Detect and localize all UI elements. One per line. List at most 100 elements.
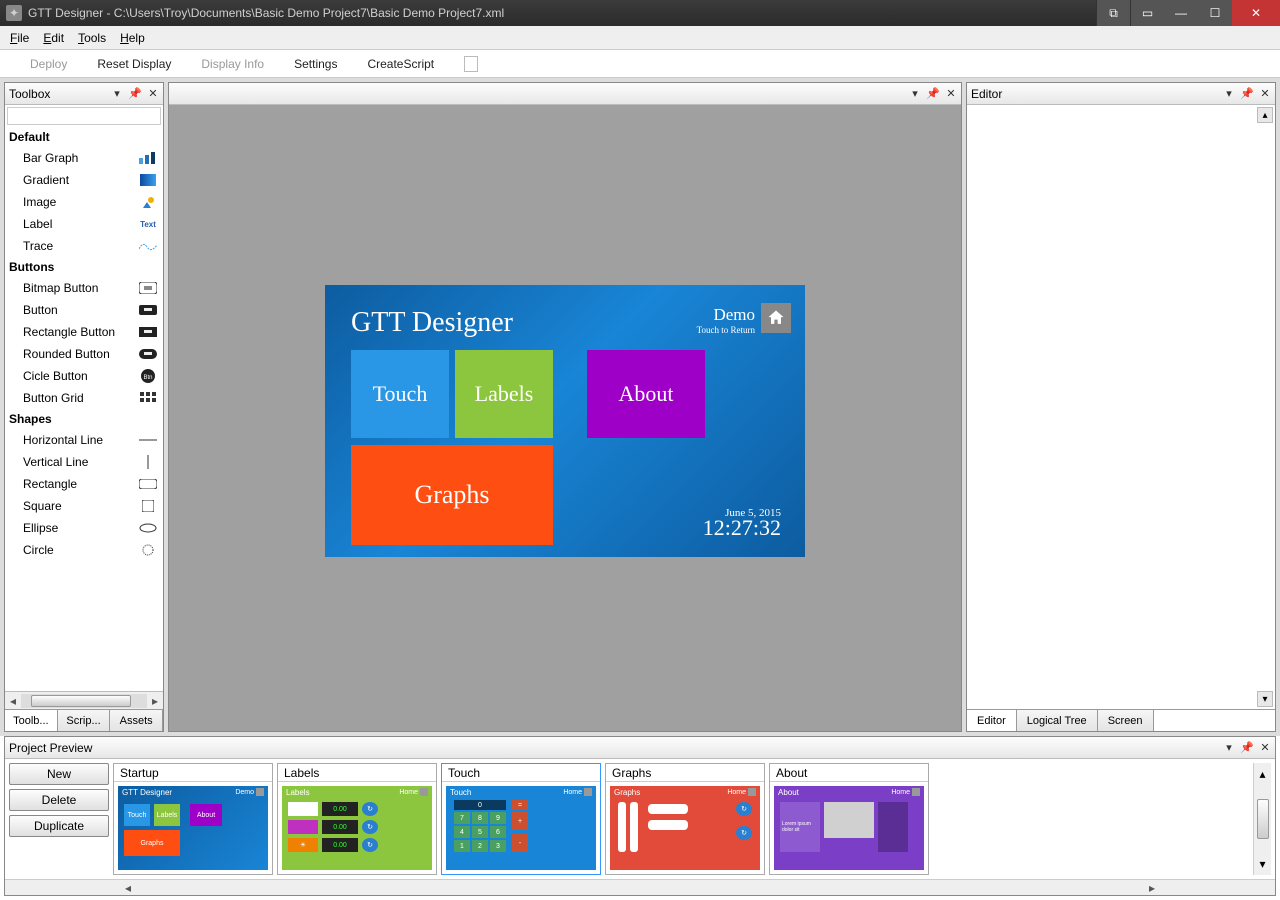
button-grid-icon	[139, 392, 157, 404]
tab-scripts[interactable]: Scrip...	[58, 710, 111, 731]
window-title: GTT Designer - C:\Users\Troy\Documents\B…	[28, 6, 1096, 20]
dropdown-icon[interactable]: ▾	[909, 88, 921, 100]
toolbox-search[interactable]	[7, 107, 161, 125]
toolbox-item-ellipse[interactable]: Ellipse	[5, 517, 163, 539]
toolbox-item-rectangle-button[interactable]: Rectangle Button	[5, 321, 163, 343]
window-maximize[interactable]: ☐	[1198, 0, 1232, 26]
toolbox-item-label: Horizontal Line	[23, 433, 103, 447]
preview-thumb-title: Labels	[278, 764, 436, 782]
editor-body: ▴ ▾	[967, 105, 1275, 709]
tile-about[interactable]: About	[587, 350, 705, 438]
rounded-button-icon	[139, 348, 157, 360]
toolbox-item-rounded-button[interactable]: Rounded Button	[5, 343, 163, 365]
toolbox-item-label: Bar Graph	[23, 151, 78, 165]
tab-screen[interactable]: Screen	[1098, 710, 1154, 731]
action-create-script[interactable]: CreateScript	[367, 57, 434, 71]
close-icon[interactable]: ✕	[1259, 742, 1271, 754]
preview-thumb-title: About	[770, 764, 928, 782]
new-button[interactable]: New	[9, 763, 109, 785]
toolbox-item-horizontal-line[interactable]: Horizontal Line	[5, 429, 163, 451]
toolbox-item-image[interactable]: Image	[5, 191, 163, 213]
toolbox-item-label: Square	[23, 499, 62, 513]
toolbox-hscroll[interactable]: ◂▸	[5, 691, 163, 709]
preview-thumb-touch[interactable]: TouchTouchHome 0 = 789456123 + -	[441, 763, 601, 875]
preview-thumb-labels[interactable]: LabelsLabelsHome 0.00 ↻ 0.00 ↻ ☀ 0.00 ↻	[277, 763, 437, 875]
menu-file[interactable]: File	[10, 31, 29, 45]
canvas-area[interactable]: GTT Designer Demo Touch to Return Touch …	[169, 105, 961, 731]
pin-icon[interactable]: 📌	[1241, 742, 1253, 754]
action-display-info[interactable]: Display Info	[201, 57, 264, 71]
window-aux1[interactable]: ⧉	[1096, 0, 1130, 26]
preview-thumb-graphs[interactable]: GraphsGraphsHome ↻ ↻	[605, 763, 765, 875]
toolbox-item-square[interactable]: Square	[5, 495, 163, 517]
menu-tools[interactable]: Tools	[78, 31, 106, 45]
menu-help[interactable]: Help	[120, 31, 145, 45]
close-icon[interactable]: ✕	[1259, 88, 1271, 100]
preview-hscroll[interactable]: ◂▸	[5, 879, 1275, 895]
project-preview-panel: Project Preview ▾ 📌 ✕ New Delete Duplica…	[4, 736, 1276, 896]
tile-graphs[interactable]: Graphs	[351, 445, 553, 545]
hline-icon	[139, 434, 157, 446]
window-aux2[interactable]: ▭	[1130, 0, 1164, 26]
tab-assets[interactable]: Assets	[110, 710, 163, 731]
action-settings[interactable]: Settings	[294, 57, 337, 71]
scroll-up-icon[interactable]: ▴	[1257, 107, 1273, 123]
home-icon[interactable]	[761, 303, 791, 333]
window-minimize[interactable]: —	[1164, 0, 1198, 26]
dropdown-icon[interactable]: ▾	[111, 88, 123, 100]
preview-thumb-about[interactable]: About AboutHome Lorem ipsum dolor sit	[769, 763, 929, 875]
action-deploy[interactable]: Deploy	[30, 57, 67, 71]
bitmap-button-icon	[139, 282, 157, 294]
preview-thumb-startup[interactable]: StartupGTT DesignerDemo Touch Labels Abo…	[113, 763, 273, 875]
action-doc-icon[interactable]	[464, 56, 478, 72]
tile-labels[interactable]: Labels	[455, 350, 553, 438]
preview-thumb-image: GraphsHome ↻ ↻	[610, 786, 760, 870]
pin-icon[interactable]: 📌	[927, 88, 939, 100]
tab-toolbox[interactable]: Toolb...	[5, 710, 58, 731]
trace-icon	[139, 240, 157, 252]
pin-icon[interactable]: 📌	[1241, 88, 1253, 100]
window-close[interactable]: ✕	[1232, 0, 1280, 26]
button-icon	[139, 304, 157, 316]
rectangle-button-icon	[139, 326, 157, 338]
tile-touch[interactable]: Touch	[351, 350, 449, 438]
dropdown-icon[interactable]: ▾	[1223, 742, 1235, 754]
toolbox-item-button[interactable]: Button	[5, 299, 163, 321]
toolbox-group: Shapes	[5, 409, 163, 429]
toolbox-item-label: Image	[23, 195, 56, 209]
scroll-down-icon[interactable]: ▾	[1257, 691, 1273, 707]
toolbox-item-gradient[interactable]: Gradient	[5, 169, 163, 191]
design-screen[interactable]: GTT Designer Demo Touch to Return Touch …	[325, 285, 805, 557]
duplicate-button[interactable]: Duplicate	[9, 815, 109, 837]
image-icon	[139, 196, 157, 208]
toolbox-title: Toolbox	[9, 87, 111, 101]
toolbox-item-trace[interactable]: Trace	[5, 235, 163, 257]
menu-edit[interactable]: Edit	[43, 31, 64, 45]
vline-icon	[139, 456, 157, 468]
toolbox-item-label: Circle	[23, 543, 54, 557]
toolbox-item-circle[interactable]: Circle	[5, 539, 163, 561]
toolbox-item-bitmap-button[interactable]: Bitmap Button	[5, 277, 163, 299]
preview-vscroll[interactable]: ▴ ▾	[1253, 763, 1271, 875]
toolbox-item-button-grid[interactable]: Button Grid	[5, 387, 163, 409]
circle-icon	[139, 544, 157, 556]
toolbox-item-label: Bitmap Button	[23, 281, 98, 295]
toolbox-item-bar-graph[interactable]: Bar Graph	[5, 147, 163, 169]
tab-editor[interactable]: Editor	[967, 710, 1017, 731]
label-icon: Text	[139, 218, 157, 230]
toolbox-item-label[interactable]: LabelText	[5, 213, 163, 235]
dropdown-icon[interactable]: ▾	[1223, 88, 1235, 100]
toolbox-item-label: Button	[23, 303, 58, 317]
pin-icon[interactable]: 📌	[129, 88, 141, 100]
tab-logical-tree[interactable]: Logical Tree	[1017, 710, 1098, 731]
editor-panel: Editor ▾ 📌 ✕ ▴ ▾ Editor Logical Tree Scr…	[966, 82, 1276, 732]
delete-button[interactable]: Delete	[9, 789, 109, 811]
toolbox-item-vertical-line[interactable]: Vertical Line	[5, 451, 163, 473]
action-reset-display[interactable]: Reset Display	[97, 57, 171, 71]
close-icon[interactable]: ✕	[147, 88, 159, 100]
toolbox-item-cicle-button[interactable]: Cicle ButtonBtn	[5, 365, 163, 387]
toolbox-item-rectangle[interactable]: Rectangle	[5, 473, 163, 495]
toolbox-group: Default	[5, 127, 163, 147]
preview-thumb-image: AboutHome Lorem ipsum dolor sit	[774, 786, 924, 870]
close-icon[interactable]: ✕	[945, 88, 957, 100]
